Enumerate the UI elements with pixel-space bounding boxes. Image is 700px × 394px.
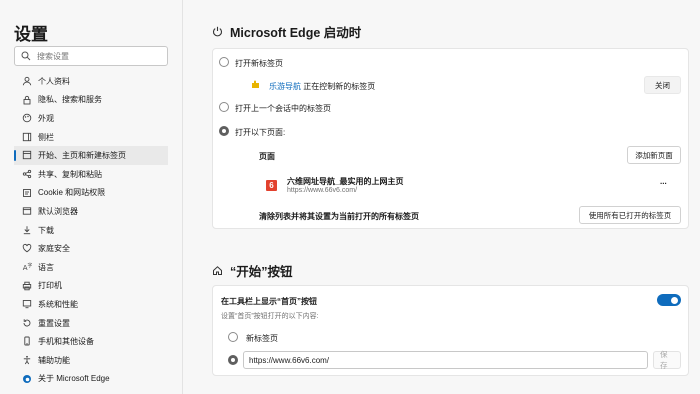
sidebar-item-label: 隐私、搜索和服务 [38, 95, 102, 105]
sidebar-item-label: 开始、主页和新建标签页 [38, 151, 126, 161]
radio-prev-session[interactable] [219, 102, 229, 112]
language-icon: A字 [23, 262, 33, 272]
extension-notice-text: 正在控制新的标签页 [303, 82, 376, 91]
sidebar-item-download[interactable]: 下载 [14, 221, 168, 240]
sidebar-item-sidebar[interactable]: 侧栏 [14, 128, 168, 147]
option-prev-session-label: 打开上一个会话中的标签页 [235, 104, 331, 113]
more-options-icon[interactable]: ... [660, 177, 667, 186]
accessibility-icon [23, 355, 31, 365]
sidebar-item-label: 重置设置 [38, 318, 70, 328]
sidebar-item-label: 手机和其他设备 [38, 337, 94, 347]
home-button-toggle[interactable] [657, 294, 681, 306]
sidebar-item-label: Cookie 和网站权限 [38, 188, 106, 198]
sidebar-item-label: 系统和性能 [38, 299, 78, 309]
option-pages-label: 打开以下页面: [235, 128, 286, 137]
settings-sidebar: 设置 个人资料隐私、搜索和服务外观侧栏开始、主页和新建标签页共享、复制和粘贴 Co… [0, 0, 183, 394]
sidebar-item-phone[interactable]: 手机和其他设备 [14, 332, 168, 351]
sidebar-item-edge[interactable]: 关于 Microsoft Edge [14, 370, 168, 389]
main-content: Microsoft Edge 启动时 打开新标签页 乐游导航 正在控制新的标签页… [196, 0, 700, 394]
power-icon [213, 26, 222, 37]
browser-icon [22, 207, 32, 215]
svg-text:字: 字 [28, 262, 33, 269]
start-page-icon [22, 151, 32, 160]
pages-label: 页面 [259, 152, 275, 161]
home-button-heading-text: “开始”按钮 [230, 265, 293, 279]
profile-icon [22, 76, 32, 86]
sidebar-item-label: 语言 [38, 262, 54, 272]
system-icon [22, 300, 32, 309]
sidebar-item-system[interactable]: 系统和性能 [14, 295, 168, 314]
sidebar-item-browser[interactable]: 默认浏览器 [14, 202, 168, 221]
option-new-tab-label: 打开新标签页 [235, 59, 283, 68]
search-box[interactable] [14, 46, 168, 66]
startup-card: 打开新标签页 乐游导航 正在控制新的标签页 关闭 打开上一个会话中的标签页 打开… [212, 48, 689, 229]
sidebar-item-accessibility[interactable]: 辅助功能 [14, 351, 168, 370]
sidebar-item-share[interactable]: 共享、复制和粘贴 [14, 165, 168, 184]
home-new-tab-label: 新标签页 [246, 334, 278, 343]
page-title: 六维网址导航_最实用的上网主页 [287, 177, 404, 186]
sidebar-item-profile[interactable]: 个人资料 [14, 72, 168, 91]
sidebar-item-appearance[interactable]: 外观 [14, 109, 168, 128]
cookie-icon [23, 188, 31, 197]
save-button[interactable]: 保存 [653, 350, 681, 370]
radio-new-tab[interactable] [219, 57, 229, 67]
startup-heading: Microsoft Edge 启动时 [212, 22, 361, 41]
use-all-tabs-button[interactable]: 使用所有已打开的标签页 [579, 206, 681, 224]
edge-icon [23, 374, 31, 383]
sidebar-item-label: 辅助功能 [38, 355, 70, 365]
search-icon [21, 51, 31, 61]
sidebar-item-family[interactable]: 家庭安全 [14, 239, 168, 258]
sidebar-item-language[interactable]: A 字语言 [14, 258, 168, 277]
radio-home-new-tab[interactable] [228, 332, 238, 342]
lock-icon [23, 95, 31, 105]
sidebar-item-label: 侧栏 [38, 132, 54, 142]
family-icon [22, 244, 32, 253]
settings-title: 设置 [14, 25, 48, 44]
share-icon [22, 169, 32, 179]
radio-home-url[interactable] [228, 355, 238, 365]
search-input[interactable] [37, 51, 157, 61]
sidebar-item-start-page[interactable]: 开始、主页和新建标签页 [14, 146, 168, 165]
close-extension-button[interactable]: 关闭 [644, 76, 681, 94]
sidebar-icon [22, 132, 32, 141]
home-toggle-label: 在工具栏上显示“首页”按钮 [221, 297, 317, 306]
sidebar-item-label: 关于 Microsoft Edge [38, 374, 110, 384]
sidebar-item-label: 家庭安全 [38, 244, 70, 254]
reset-icon [23, 319, 31, 327]
home-button-card: 在工具栏上显示“首页”按钮 设置“首页”按钮打开的以下内容: 新标签页 http… [212, 285, 689, 376]
home-icon [213, 266, 222, 275]
settings-nav: 个人资料隐私、搜索和服务 外观侧栏开始、主页和新建标签页 共享、复制和粘贴 Cooki… [14, 72, 168, 388]
radio-open-pages[interactable] [219, 126, 229, 136]
home-toggle-sub: 设置“首页”按钮打开的以下内容: [221, 313, 319, 320]
add-page-button[interactable]: 添加新页面 [627, 146, 681, 164]
sidebar-item-label: 个人资料 [38, 76, 70, 86]
sidebar-item-cookie[interactable]: Cookie 和网站权限 [14, 184, 168, 203]
download-icon [23, 225, 31, 234]
sidebar-item-lock[interactable]: 隐私、搜索和服务 [14, 91, 168, 110]
sidebar-item-label: 外观 [38, 113, 54, 123]
sidebar-item-printer[interactable]: 打印机 [14, 277, 168, 296]
extension-notice: 乐游导航 正在控制新的标签页 [269, 81, 375, 92]
appearance-icon [22, 113, 32, 123]
home-button-heading: “开始”按钮 [212, 261, 293, 280]
clear-list-text: 清除列表并将其设置为当前打开的所有标签页 [259, 212, 419, 221]
sidebar-item-label: 打印机 [38, 281, 62, 291]
sidebar-item-reset[interactable]: 重置设置 [14, 314, 168, 333]
startup-heading-text: Microsoft Edge 启动时 [230, 26, 362, 40]
site-favicon: 6 [266, 180, 277, 191]
phone-icon [24, 336, 30, 346]
sidebar-item-label: 下载 [38, 225, 54, 235]
extension-icon [252, 80, 259, 88]
extension-link[interactable]: 乐游导航 [269, 82, 301, 91]
home-url-input[interactable]: https://www.66v6.com/ [243, 351, 648, 369]
page-url: https://www.66v6.com/ [287, 187, 358, 194]
printer-icon [22, 281, 32, 290]
sidebar-item-label: 共享、复制和粘贴 [38, 169, 102, 179]
sidebar-item-label: 默认浏览器 [38, 206, 78, 216]
